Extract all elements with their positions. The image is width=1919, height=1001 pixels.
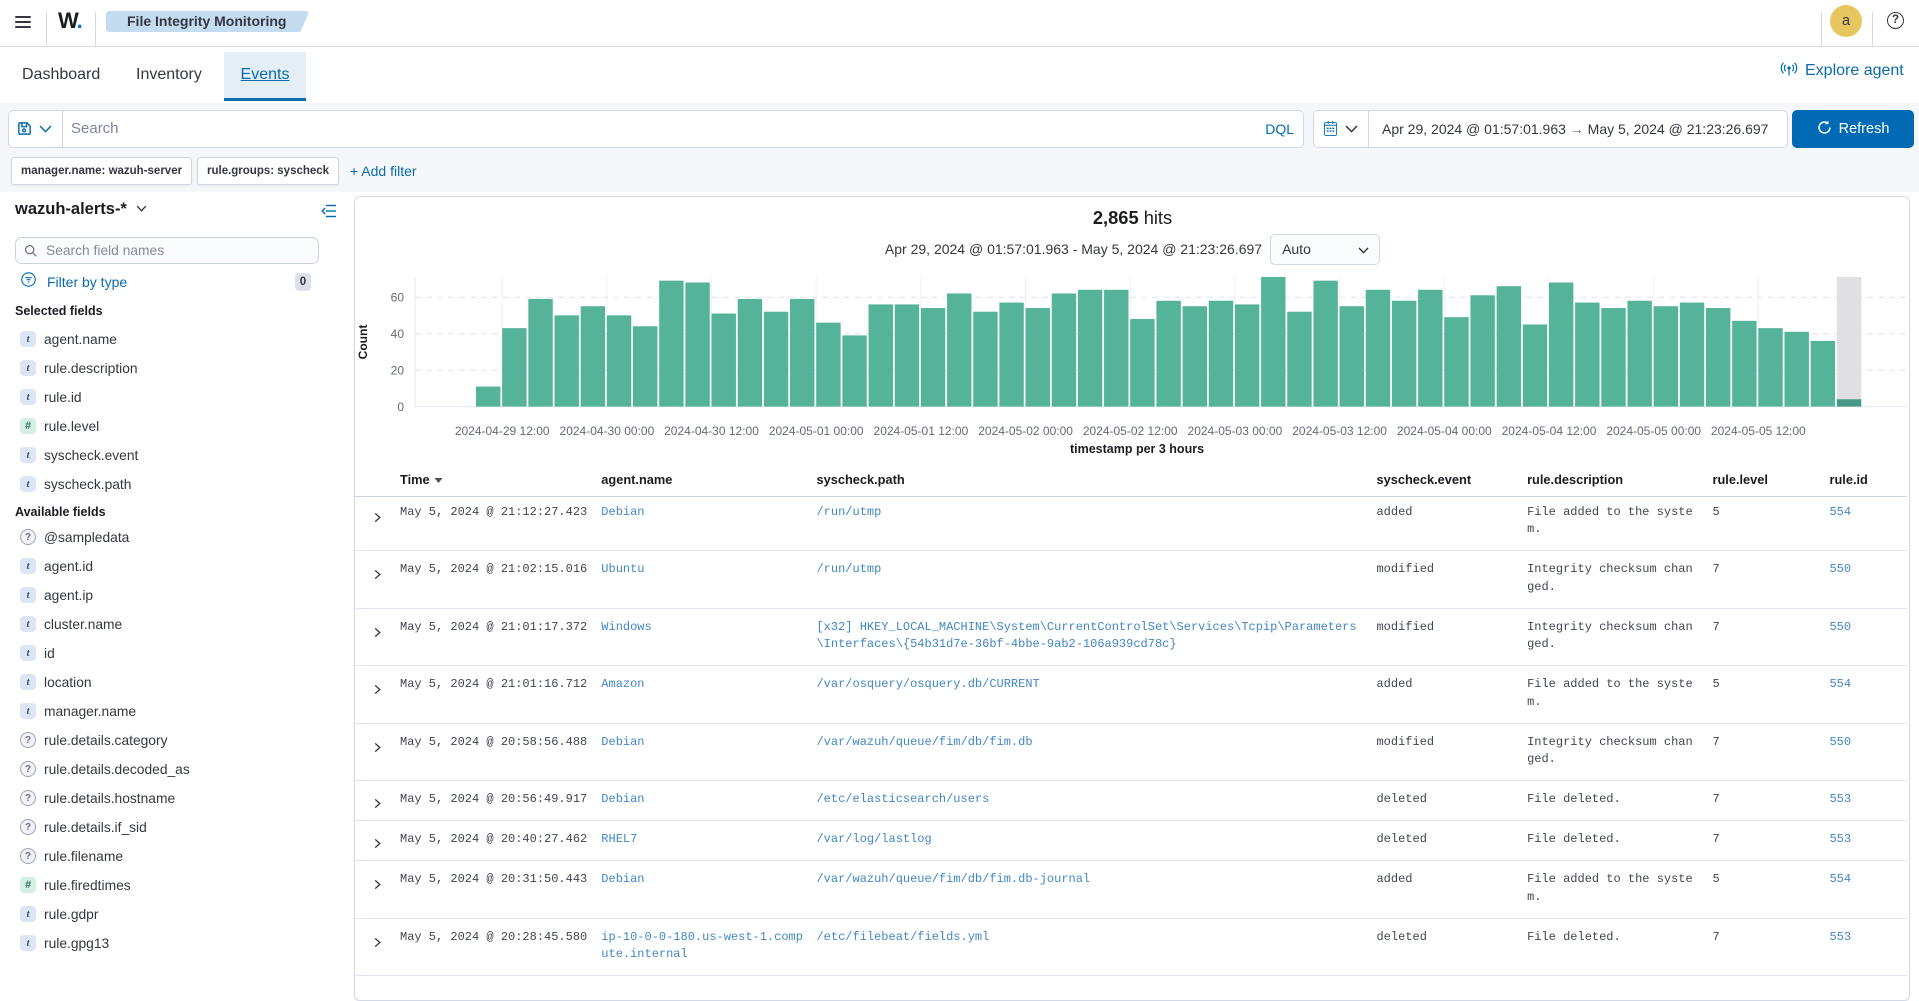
svg-text:2024-05-02 00:00: 2024-05-02 00:00 xyxy=(978,424,1073,438)
svg-text:2024-04-29 12:00: 2024-04-29 12:00 xyxy=(454,424,549,438)
svg-text:2024-05-03 12:00: 2024-05-03 12:00 xyxy=(1292,424,1387,438)
svg-text:2024-05-02 12:00: 2024-05-02 12:00 xyxy=(1082,424,1177,438)
svg-text:2024-04-30 12:00: 2024-04-30 12:00 xyxy=(664,424,759,438)
svg-text:timestamp per 3 hours: timestamp per 3 hours xyxy=(1069,442,1203,456)
svg-text:40: 40 xyxy=(390,327,404,341)
svg-text:2024-05-03 00:00: 2024-05-03 00:00 xyxy=(1187,424,1282,438)
svg-text:2024-05-01 12:00: 2024-05-01 12:00 xyxy=(873,424,968,438)
svg-text:2024-04-30 00:00: 2024-04-30 00:00 xyxy=(559,424,654,438)
svg-text:2024-05-04 12:00: 2024-05-04 12:00 xyxy=(1501,424,1596,438)
svg-text:20: 20 xyxy=(390,363,404,377)
svg-text:Count: Count xyxy=(356,325,370,360)
svg-text:2024-05-01 00:00: 2024-05-01 00:00 xyxy=(768,424,863,438)
svg-text:0: 0 xyxy=(397,400,404,414)
svg-text:2024-05-05 12:00: 2024-05-05 12:00 xyxy=(1710,424,1805,438)
svg-text:60: 60 xyxy=(390,290,404,304)
svg-text:2024-05-04 00:00: 2024-05-04 00:00 xyxy=(1396,424,1491,438)
svg-text:2024-05-05 00:00: 2024-05-05 00:00 xyxy=(1606,424,1701,438)
